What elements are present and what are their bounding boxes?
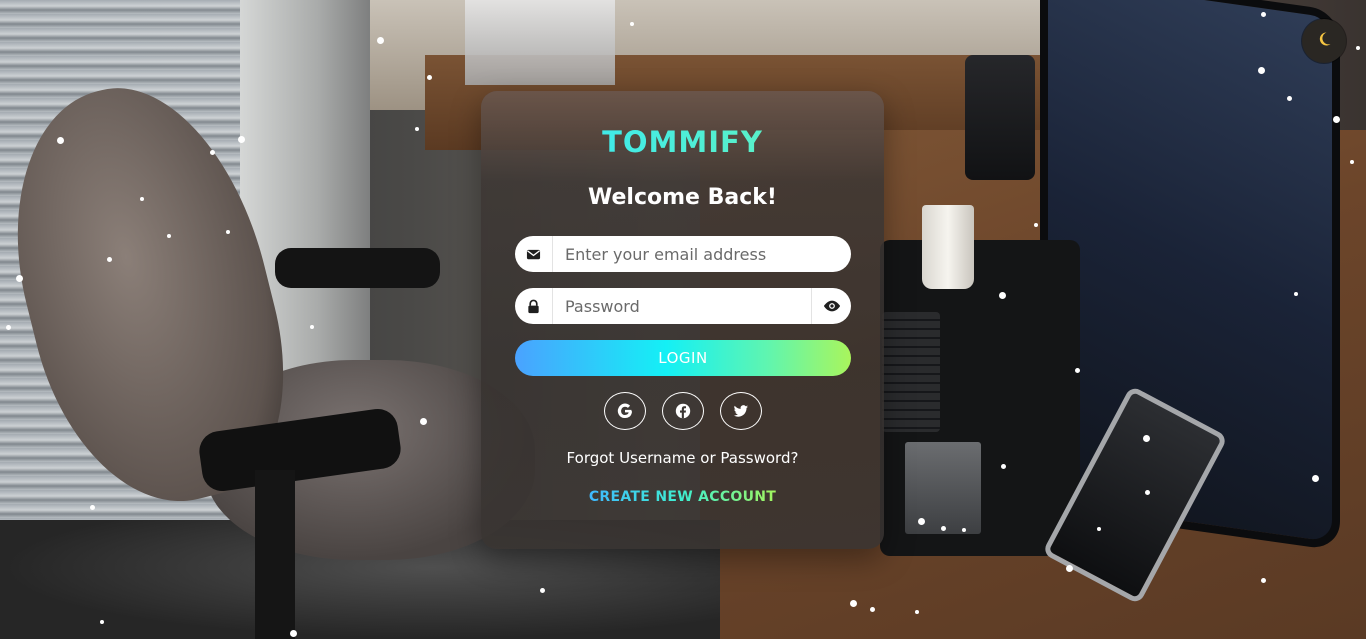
snowflake bbox=[850, 600, 857, 607]
email-input[interactable] bbox=[553, 236, 851, 272]
snowflake bbox=[962, 528, 966, 532]
snowflake bbox=[941, 526, 946, 531]
snowflake bbox=[238, 136, 245, 143]
snowflake bbox=[918, 518, 925, 525]
background-chair-arm bbox=[275, 248, 440, 288]
snowflake bbox=[1350, 160, 1354, 164]
background-keyboard bbox=[882, 312, 940, 432]
create-account-label: CREATE NEW ACCOUNT bbox=[588, 489, 777, 505]
snowflake bbox=[870, 607, 875, 612]
snowflake bbox=[310, 325, 314, 329]
twitter-login-button[interactable] bbox=[719, 392, 762, 430]
background-chair-pole bbox=[255, 470, 295, 639]
email-field bbox=[515, 236, 851, 272]
snowflake bbox=[1001, 464, 1006, 469]
show-password-toggle[interactable] bbox=[811, 288, 851, 324]
snowflake bbox=[107, 257, 112, 262]
snowflake bbox=[1287, 96, 1292, 101]
snowflake bbox=[290, 630, 297, 637]
snowflake bbox=[377, 37, 384, 44]
envelope-icon bbox=[515, 236, 553, 272]
social-login-group bbox=[481, 392, 884, 430]
snowflake bbox=[1143, 435, 1150, 442]
google-login-button[interactable] bbox=[603, 392, 646, 430]
snowflake bbox=[915, 610, 919, 614]
snowflake bbox=[1333, 116, 1340, 123]
brand-logo: TOMMIFY bbox=[481, 125, 884, 159]
snowflake bbox=[1145, 490, 1150, 495]
eye-icon bbox=[823, 300, 840, 312]
snowflake bbox=[16, 275, 23, 282]
snowflake bbox=[6, 325, 11, 330]
snowflake bbox=[1261, 578, 1266, 583]
snowflake bbox=[100, 620, 104, 624]
snowflake bbox=[1066, 565, 1073, 572]
snowflake bbox=[210, 150, 215, 155]
snowflake bbox=[1312, 475, 1319, 482]
facebook-icon bbox=[675, 403, 690, 419]
login-card: TOMMIFY Welcome Back! LOGIN bbox=[481, 91, 884, 549]
snowflake bbox=[999, 292, 1006, 299]
snowflake bbox=[1356, 46, 1360, 50]
snowflake bbox=[420, 418, 427, 425]
snowflake bbox=[1075, 368, 1080, 373]
theme-toggle-button[interactable] bbox=[1302, 19, 1346, 63]
background-cup bbox=[922, 205, 974, 289]
background-shelf bbox=[465, 0, 615, 85]
twitter-icon bbox=[733, 405, 748, 417]
moon-icon bbox=[1316, 31, 1332, 52]
snowflake bbox=[57, 137, 64, 144]
snowflake bbox=[630, 22, 634, 26]
snowflake bbox=[427, 75, 432, 80]
create-account-link[interactable]: CREATE NEW ACCOUNT bbox=[481, 489, 884, 505]
background-speaker bbox=[965, 55, 1035, 180]
snowflake bbox=[1261, 12, 1266, 17]
password-input[interactable] bbox=[553, 288, 811, 324]
background-laptop bbox=[905, 442, 981, 534]
snowflake bbox=[167, 234, 171, 238]
snowflake bbox=[90, 505, 95, 510]
google-icon bbox=[617, 403, 632, 419]
forgot-credentials-link[interactable]: Forgot Username or Password? bbox=[481, 449, 884, 467]
snowflake bbox=[140, 197, 144, 201]
snowflake bbox=[1097, 527, 1101, 531]
snowflake bbox=[415, 127, 419, 131]
snowflake bbox=[226, 230, 230, 234]
snowflake bbox=[1034, 223, 1038, 227]
snowflake bbox=[540, 588, 545, 593]
snowflake bbox=[1258, 67, 1265, 74]
lock-icon bbox=[515, 288, 553, 324]
snowflake bbox=[1294, 292, 1298, 296]
password-field bbox=[515, 288, 851, 324]
facebook-login-button[interactable] bbox=[661, 392, 704, 430]
login-button[interactable]: LOGIN bbox=[515, 340, 851, 376]
page-title: Welcome Back! bbox=[588, 185, 777, 210]
